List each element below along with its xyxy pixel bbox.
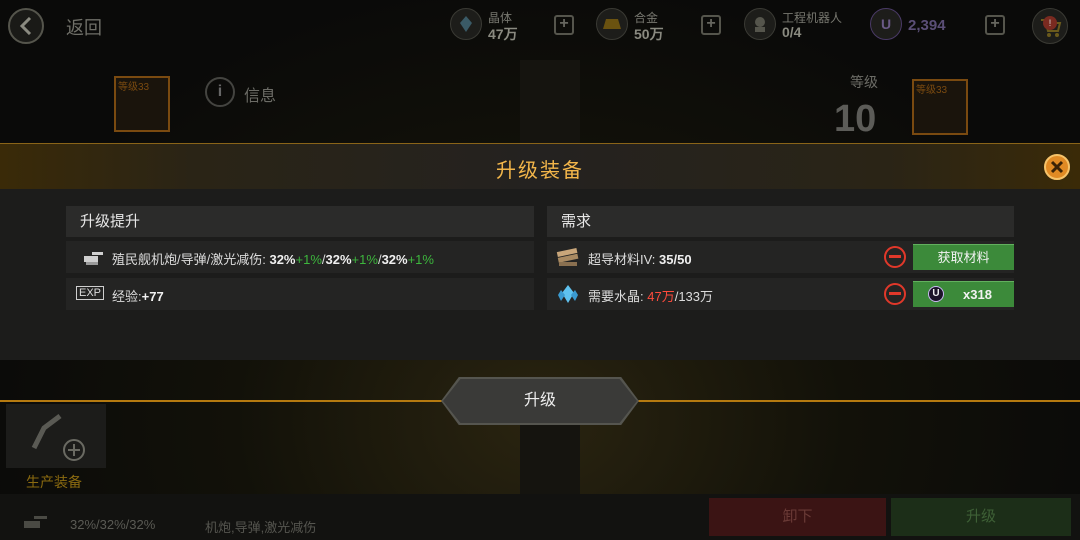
requirements-section-heading: 需求 [547,206,1014,237]
stat-bonus-text: 殖民舰机炮/导弹/激光减伤: 32%+1%/32%+1%/32%+1% [112,252,434,267]
material-have: 35 [659,252,674,267]
resource-value: 50万 [634,26,664,42]
get-material-button[interactable]: 获取材料 [913,244,1014,270]
current-equipment-thumb[interactable]: 等级33 [114,76,170,132]
coin-cost: x318 [963,287,992,302]
crystal-have: 47万 [647,289,675,304]
robot-icon [744,8,776,40]
crystal-label: 需要水晶: [588,289,644,304]
stat-bonus: +1% [351,252,378,267]
produce-equipment-button[interactable] [6,404,106,468]
back-label[interactable]: 返回 [66,14,102,40]
material-requirement-row: 超导材料IV: 35/50 获取材料 [547,241,1014,273]
u-coin-icon: U [870,8,902,40]
stat-bonus-row: 殖民舰机炮/导弹/激光减伤: 32%+1%/32%+1%/32%+1% [66,241,534,273]
dialog-title: 升级装备 [496,160,584,182]
superconductor-material-icon [556,247,579,266]
exp-icon: EXP [76,286,105,300]
robot-arm-add-icon [31,414,85,461]
material-need: /50 [673,252,692,267]
shop-button[interactable]: ! [1032,8,1068,44]
produce-equipment-label[interactable]: 生产装备 [26,472,82,492]
alloy-icon [596,8,628,40]
crystal-need: /133万 [674,289,714,304]
insufficient-icon [884,283,906,305]
stat-value: 32% [269,252,296,267]
crystal-requirement-row: 需要水晶: 47万/133万 U x318 [547,278,1014,310]
cannon-icon [24,516,47,528]
level-value: 10 [834,98,877,140]
material-text: 超导材料IV: 35/50 [588,249,692,268]
upgrade-button[interactable]: 升级 [443,379,637,423]
close-button[interactable] [1044,154,1070,180]
crystal-icon [558,285,578,303]
dialog-titlebar: 升级装备 [0,144,1080,189]
resource-value: 0/4 [782,24,802,40]
upgrade-dialog: 升级装备 升级提升 殖民舰机炮/导弹/激光减伤: 32%+1%/32%+1%/3… [0,143,1080,360]
resource-value: 2,394 [908,17,946,34]
close-icon [1050,160,1064,174]
top-bar: 返回 晶体 47万 + 合金 50万 + 工程机器人 0/4 U 2,394 + [0,0,1080,52]
info-label[interactable]: 信息 [244,82,276,106]
add-alloy-button[interactable]: + [701,15,721,35]
cannon-icon [84,252,103,265]
notification-badge: ! [1043,16,1057,30]
ship-silhouette-bottom [520,420,580,500]
material-label: 超导材料IV: [588,252,656,267]
crystal-icon [450,8,482,40]
equipment-level: 等级33 [916,85,948,96]
ship-silhouette-top [520,60,580,144]
stat-bonus: +1% [295,252,322,267]
stat-label: 殖民舰机炮/导弹/激光减伤: [112,252,266,267]
upgrade-bottom-button[interactable]: 升级 [891,498,1071,536]
equipment-level: 等级33 [118,82,150,93]
u-coin-icon: U [928,286,944,302]
equipment-stat-description: 机炮,导弹,激光减伤 [205,520,317,535]
chevron-left-icon [19,17,32,35]
stat-value: 32% [325,252,352,267]
back-button[interactable] [8,8,44,44]
exp-row: EXP 经验:+77 [66,278,534,310]
stat-bonus: +1% [407,252,434,267]
stat-value: 32% [381,252,408,267]
crystal-text: 需要水晶: 47万/133万 [588,286,713,305]
buy-crystal-button[interactable]: U x318 [913,281,1014,307]
resource-value: 47万 [488,26,518,42]
unequip-button[interactable]: 卸下 [709,498,886,536]
upgrade-section-heading: 升级提升 [66,206,534,237]
insufficient-icon [884,246,906,268]
exp-value: +77 [141,289,164,304]
exp-text: 经验:+77 [112,286,164,305]
exp-label: 经验: [112,289,142,304]
level-label: 等级 [850,74,878,90]
add-crystal-button[interactable]: + [554,15,574,35]
add-u-coin-button[interactable]: + [985,15,1005,35]
equipment-stat-values: 32%/32%/32% [70,517,156,532]
next-equipment-thumb[interactable]: 等级33 [912,79,968,135]
info-icon[interactable]: i [205,77,235,107]
